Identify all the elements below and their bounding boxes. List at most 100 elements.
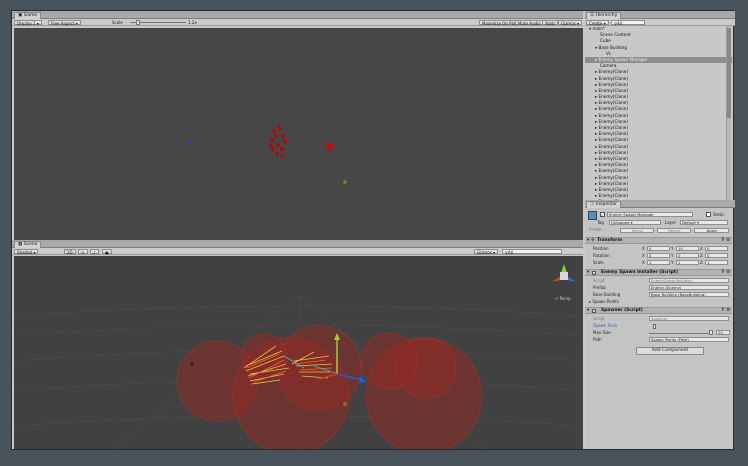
- audio-toggle[interactable]: ♪: [90, 249, 99, 255]
- add-component-button[interactable]: Add Component: [636, 347, 704, 355]
- hierarchy-item-label: Enemy(Clone): [598, 174, 629, 180]
- path-label: Path: [593, 337, 602, 342]
- axis-letter: Y: [671, 260, 674, 265]
- game-tabbar: ▣ Game: [12, 11, 583, 19]
- persp-label[interactable]: < Persp: [555, 296, 571, 301]
- gear-icon[interactable]: ⚙: [726, 238, 730, 244]
- gear-icon[interactable]: ⚙: [726, 270, 730, 276]
- max-size-slider[interactable]: [649, 333, 713, 334]
- hierarchy-item-label: Enemy(Clone): [598, 186, 629, 192]
- transform-z-field[interactable]: 0: [705, 253, 728, 258]
- tab-game[interactable]: ▣ Game: [14, 12, 42, 19]
- transform-header[interactable]: ▾ ✥ Transform ? ⚙: [585, 237, 732, 244]
- lighting-toggle[interactable]: ☼: [78, 249, 88, 255]
- yellow-marker: [343, 180, 347, 184]
- installer-base-field[interactable]: Base Building (BaseBuilding): [649, 292, 729, 297]
- help-icon[interactable]: ?: [721, 238, 724, 244]
- sun-icon: ☼: [81, 250, 85, 255]
- hierarchy-tree: ▾ main* Scene Content Cube ▾ Base Building V…: [585, 26, 732, 200]
- hierarchy-item-label: Vc: [606, 50, 612, 56]
- aspect-dropdown[interactable]: Free Aspect ▾: [48, 20, 81, 26]
- stats-button[interactable]: Stats: [542, 20, 559, 26]
- hierarchy-item-label: Enemy(Clone): [598, 155, 629, 161]
- tab-hierarchy[interactable]: ☰ Hierarchy: [586, 12, 622, 19]
- layer-label: Layer: [665, 220, 677, 225]
- object-name-field[interactable]: Enemy Spawn Manager: [607, 212, 693, 217]
- scale-value: 1.2x: [188, 20, 197, 25]
- layer-dropdown[interactable]: Default ▾: [680, 220, 728, 225]
- scale-slider-thumb[interactable]: [136, 20, 140, 25]
- static-checkbox[interactable]: [706, 212, 711, 217]
- effects-toggle[interactable]: ▣: [102, 249, 112, 255]
- spawner-header[interactable]: ▾ ✓ Spawner (Script) ? ⚙: [585, 307, 732, 314]
- transform-y-field[interactable]: 1: [676, 260, 699, 265]
- gear-icon[interactable]: ⚙: [726, 308, 730, 314]
- mute-audio-button[interactable]: Mute Audio: [515, 20, 544, 26]
- spawner-enabled-checkbox[interactable]: ✓: [592, 309, 596, 313]
- hierarchy-item-label: Enemy(Clone): [598, 87, 629, 93]
- orientation-gizmo[interactable]: [552, 264, 576, 282]
- max-size-field[interactable]: 20: [716, 330, 730, 335]
- transform-title: Transform: [597, 238, 623, 243]
- unity-editor-window: ▣ Game Display 1 ▾ Free Aspect ▾ Scale 1…: [11, 10, 735, 450]
- hierarchy-item-label: main*: [592, 26, 605, 31]
- installer-enabled-checkbox[interactable]: ✓: [592, 271, 596, 275]
- transform-x-field[interactable]: 1: [647, 260, 670, 265]
- hierarchy-item-label: Scene Content: [600, 32, 631, 38]
- hierarchy-item-label: Enemy(Clone): [598, 94, 629, 100]
- prefab-select-button[interactable]: Select: [620, 228, 654, 233]
- installer-header[interactable]: ▾ ✓ Enemy Spawn Installer (Script) ? ⚙: [585, 269, 732, 276]
- path-field[interactable]: Spawn Points (Path): [649, 337, 729, 342]
- scene-search-input[interactable]: ⚲All: [502, 249, 562, 255]
- spawn-points-foldout[interactable]: ▸ Spawn Points: [589, 299, 619, 304]
- hierarchy-scroll-thumb[interactable]: [727, 28, 731, 118]
- help-icon[interactable]: ?: [721, 270, 724, 276]
- installer-prefab-field[interactable]: Enemy (Enemy): [649, 285, 729, 290]
- list-icon: ☰: [590, 13, 595, 18]
- hierarchy-scrollbar[interactable]: [726, 26, 731, 200]
- hierarchy-item-label: Enemy(Clone): [598, 193, 629, 199]
- scene-gizmos-label: Gizmos: [477, 250, 492, 255]
- mouse-cursor-icon: [653, 324, 656, 329]
- transform-x-field[interactable]: 0: [647, 253, 670, 258]
- game-render: [187, 123, 347, 184]
- transform-x-field[interactable]: 0: [647, 246, 670, 251]
- axis-letter: X: [642, 246, 645, 251]
- speaker-icon: ♪: [93, 250, 96, 255]
- hierarchy-item-label: Enemy(Clone): [598, 168, 629, 174]
- shading-dropdown[interactable]: Shaded ▾: [14, 249, 39, 255]
- axis-letter: X: [642, 260, 645, 265]
- 2d-toggle[interactable]: 2D: [64, 249, 76, 255]
- hierarchy-item-label: Enemy(Clone): [598, 69, 629, 75]
- gizmos-dropdown[interactable]: Gizmos ▾: [558, 20, 583, 26]
- transform-row-label: Rotation: [593, 253, 610, 258]
- prefab-revert-button[interactable]: Revert: [657, 228, 691, 233]
- display-label: Display 1: [17, 21, 36, 26]
- aspect-label: Free Aspect: [51, 21, 75, 26]
- active-checkbox[interactable]: ✓: [600, 212, 605, 217]
- help-icon[interactable]: ?: [721, 308, 724, 314]
- tag-dropdown[interactable]: Untagged ▾: [609, 220, 661, 225]
- transform-y-field[interactable]: 0: [676, 253, 699, 258]
- max-size-slider-thumb[interactable]: [709, 330, 713, 335]
- axis-letter: Z: [700, 246, 703, 251]
- tag-value: Untagged: [611, 220, 630, 225]
- tab-inspector[interactable]: ⓘ Inspector: [586, 201, 621, 208]
- scene-viewport[interactable]: < Persp: [14, 256, 583, 449]
- axis-letter: Y: [671, 253, 674, 258]
- tab-scene[interactable]: ▦ Scene: [14, 241, 42, 248]
- display-dropdown[interactable]: Display 1 ▾: [14, 20, 42, 26]
- tab-game-label: Game: [23, 13, 38, 18]
- create-dropdown[interactable]: Create ▾: [586, 20, 609, 26]
- transform-z-field[interactable]: 1: [705, 260, 728, 265]
- axis-letter: Z: [700, 260, 703, 265]
- spawner-title: Spawner (Script): [601, 308, 643, 313]
- scene-gizmos-dropdown[interactable]: Gizmos ▾: [474, 249, 499, 255]
- transform-y-field[interactable]: 10: [676, 246, 699, 251]
- spawn-radius-spheres: [176, 325, 483, 449]
- game-viewport[interactable]: [14, 28, 583, 240]
- hierarchy-search-input[interactable]: ⚲All: [611, 20, 645, 26]
- transform-z-field[interactable]: 0: [705, 246, 728, 251]
- hierarchy-item-label: Enemy(Clone): [598, 137, 629, 143]
- prefab-apply-button[interactable]: Apply: [694, 228, 729, 233]
